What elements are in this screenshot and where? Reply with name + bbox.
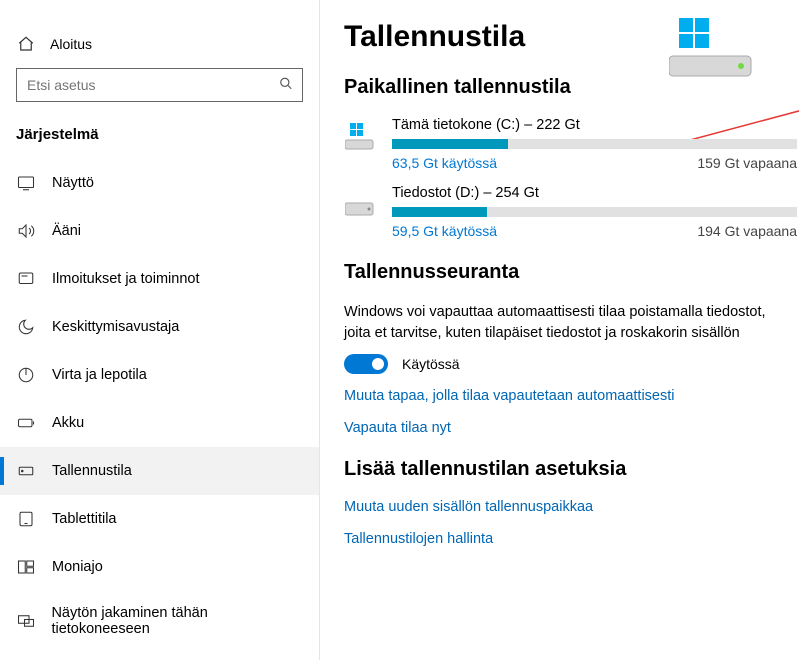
sidebar-item-battery[interactable]: Akku (0, 399, 319, 447)
drive-row-d[interactable]: Tiedostot (D:) – 254 Gt 59,5 Gt käytössä… (344, 185, 799, 239)
home-label: Aloitus (50, 36, 92, 52)
sidebar-item-label: Keskittymisavustaja (52, 319, 179, 335)
sidebar-item-label: Akku (52, 415, 84, 431)
drive-illustration-icon (669, 18, 759, 80)
drive-free-label: 194 Gt vapaana (697, 223, 797, 239)
drive-free-label: 159 Gt vapaana (697, 155, 797, 171)
notifications-icon (16, 269, 36, 289)
sidebar-item-label: Ääni (52, 223, 81, 239)
link-change-auto[interactable]: Muuta tapaa, jolla tilaa vapautetaan aut… (344, 388, 799, 404)
tablet-icon (16, 509, 36, 529)
sidebar-item-label: Ilmoitukset ja toiminnot (52, 271, 199, 287)
drive-usage-fill (392, 207, 487, 217)
sound-icon (16, 221, 36, 241)
link-free-now[interactable]: Vapauta tilaa nyt (344, 420, 799, 436)
drive-c-icon (344, 121, 376, 153)
home-button[interactable]: Aloitus (0, 28, 319, 68)
storage-sense-desc: Windows voi vapauttaa automaattisesti ti… (344, 302, 799, 344)
link-manage-spaces[interactable]: Tallennustilojen hallinta (344, 531, 799, 547)
sidebar-item-label: Näytön jakaminen tähän tietokoneeseen (51, 605, 303, 637)
search-input[interactable] (16, 68, 303, 102)
multitask-icon (16, 557, 36, 577)
project-icon (16, 611, 35, 631)
search-icon (279, 77, 293, 94)
drive-used-label: 63,5 Gt käytössä (392, 155, 497, 171)
drive-d-icon (344, 189, 376, 221)
toggle-label: Käytössä (402, 356, 460, 372)
sidebar: Aloitus Järjestelmä Näyttö Ääni Ilmoituk… (0, 0, 320, 660)
storage-sense-heading: Tallennusseuranta (344, 261, 799, 284)
sidebar-item-label: Tablettitila (52, 511, 116, 527)
home-icon (16, 34, 36, 54)
drive-row-c[interactable]: Tämä tietokone (C:) – 222 Gt 63,5 Gt käy… (344, 117, 799, 171)
sidebar-item-label: Näyttö (52, 175, 94, 191)
drive-usage-bar (392, 207, 797, 217)
sidebar-item-display[interactable]: Näyttö (0, 159, 319, 207)
sidebar-item-projecting[interactable]: Näytön jakaminen tähän tietokoneeseen (0, 591, 319, 651)
sidebar-item-label: Virta ja lepotila (52, 367, 147, 383)
sidebar-item-sound[interactable]: Ääni (0, 207, 319, 255)
storage-sense-toggle[interactable] (344, 354, 388, 374)
sidebar-item-focus-assist[interactable]: Keskittymisavustaja (0, 303, 319, 351)
display-icon (16, 173, 36, 193)
sidebar-item-label: Tallennustila (52, 463, 132, 479)
power-icon (16, 365, 36, 385)
main-panel: Tallennustila Paikallinen tallennustila … (320, 0, 799, 660)
sidebar-item-tablet[interactable]: Tablettitila (0, 495, 319, 543)
link-change-save-location[interactable]: Muuta uuden sisällön tallennuspaikkaa (344, 499, 799, 515)
sidebar-item-power[interactable]: Virta ja lepotila (0, 351, 319, 399)
sidebar-item-notifications[interactable]: Ilmoitukset ja toiminnot (0, 255, 319, 303)
sidebar-item-label: Moniajo (52, 559, 103, 575)
drive-used-label: 59,5 Gt käytössä (392, 223, 497, 239)
section-header: Järjestelmä (0, 118, 319, 159)
drive-title: Tämä tietokone (C:) – 222 Gt (392, 117, 797, 133)
sidebar-item-multitasking[interactable]: Moniajo (0, 543, 319, 591)
drive-usage-bar (392, 139, 797, 149)
battery-icon (16, 413, 36, 433)
more-settings-heading: Lisää tallennustilan asetuksia (344, 458, 799, 481)
storage-icon (16, 461, 36, 481)
drive-usage-fill (392, 139, 508, 149)
drive-title: Tiedostot (D:) – 254 Gt (392, 185, 797, 201)
sidebar-item-storage[interactable]: Tallennustila (0, 447, 319, 495)
focus-icon (16, 317, 36, 337)
